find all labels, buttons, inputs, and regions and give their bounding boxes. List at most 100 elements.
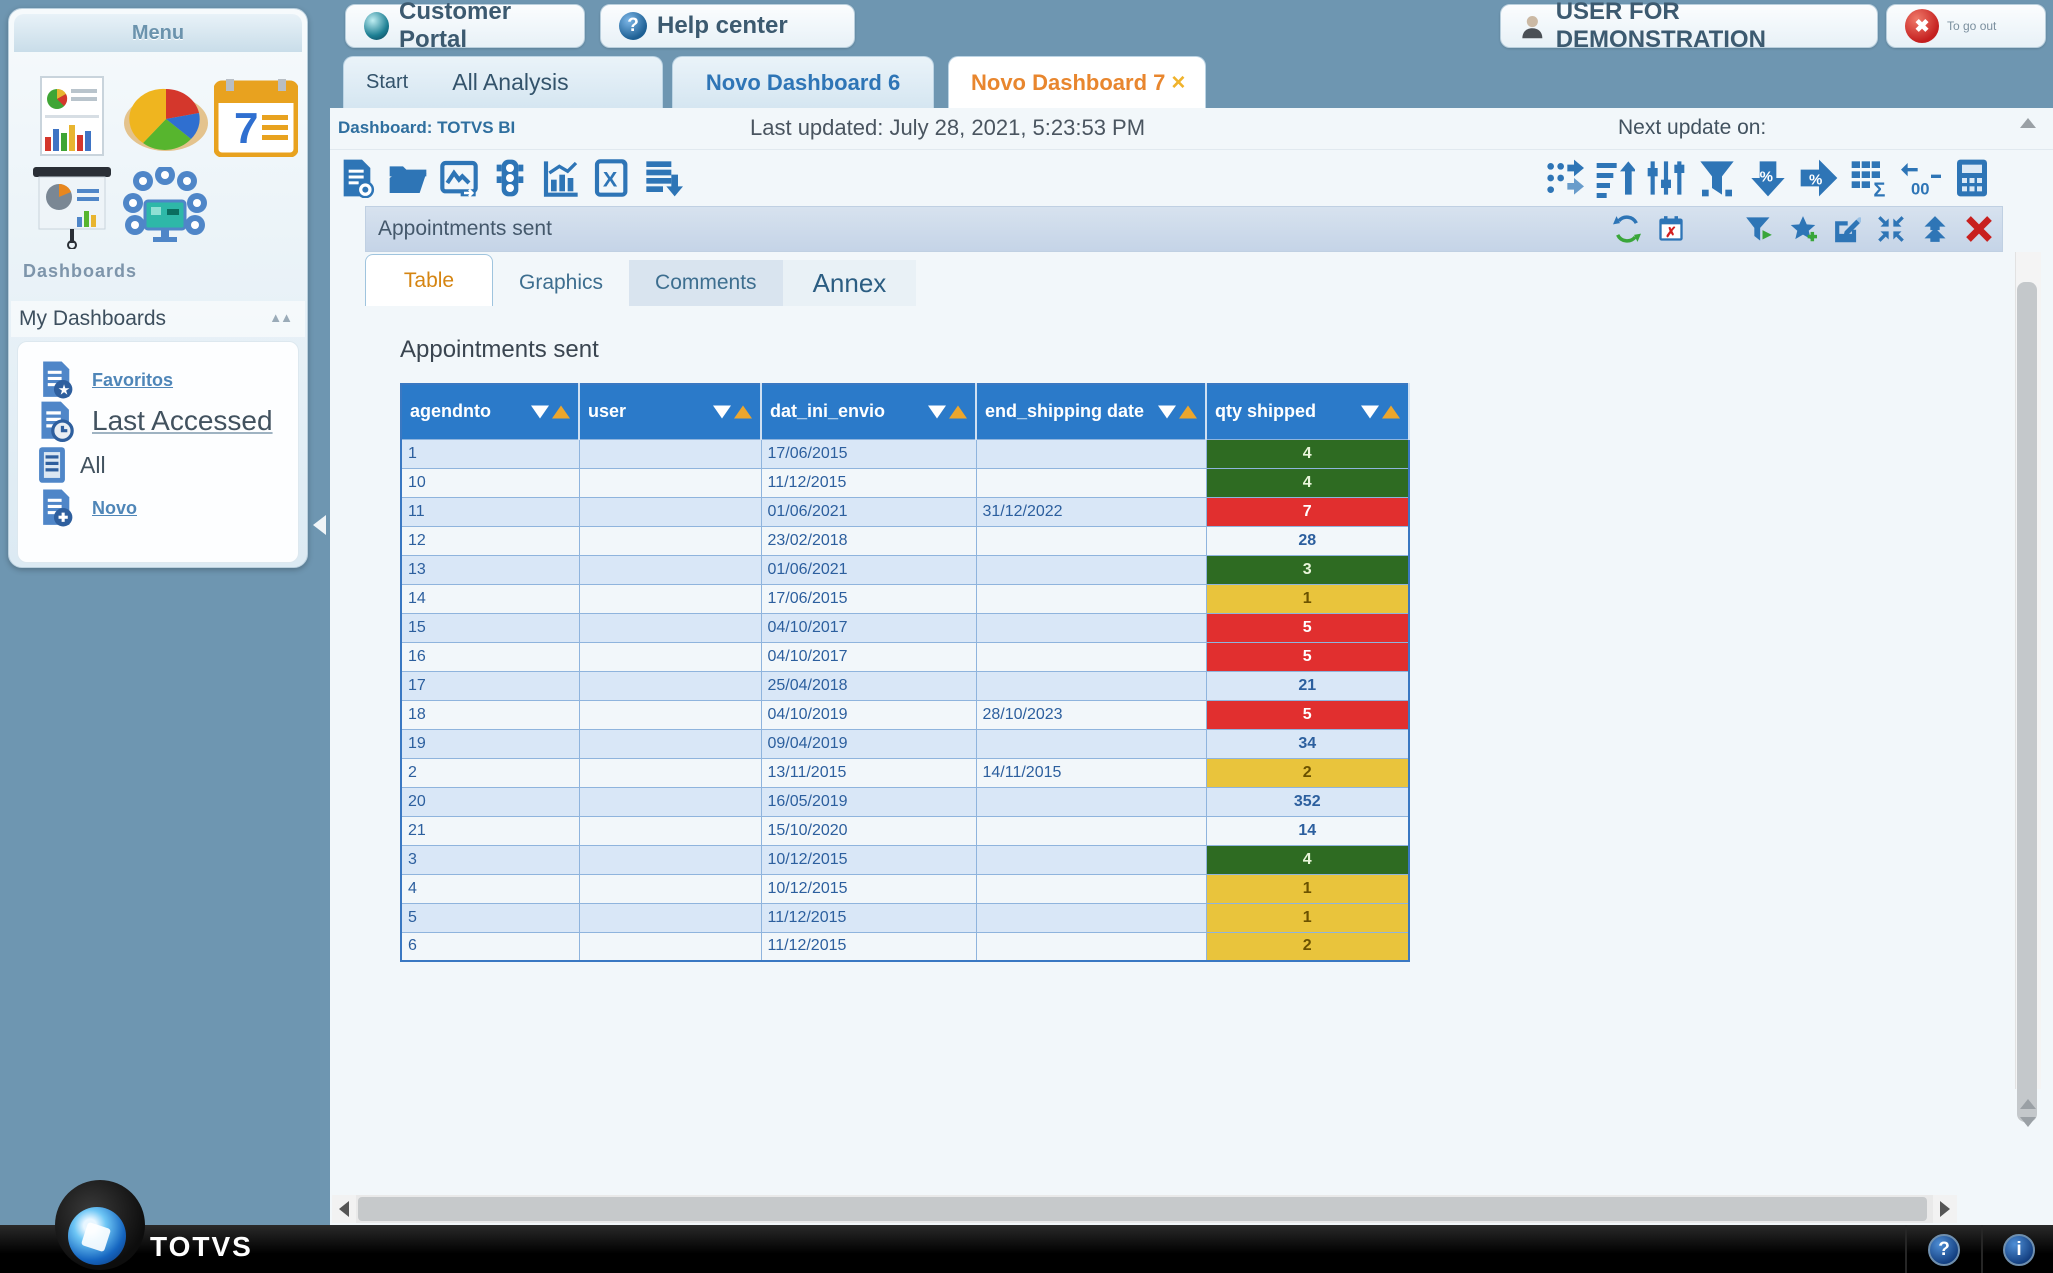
network-icon[interactable] xyxy=(121,167,209,247)
export-image-button[interactable] xyxy=(438,157,480,199)
move-up-button[interactable] xyxy=(1920,214,1950,244)
sort-desc-icon[interactable] xyxy=(531,405,549,418)
table-row[interactable]: 2016/05/2019352 xyxy=(401,787,1409,816)
my-dashboards-header[interactable]: My Dashboards ▲▲ xyxy=(11,301,305,337)
scroll-down-icon[interactable] xyxy=(2020,1117,2036,1127)
chart-button[interactable] xyxy=(540,157,582,199)
table-row[interactable]: 511/12/20151 xyxy=(401,903,1409,932)
open-folder-button[interactable] xyxy=(387,157,429,199)
help-footer-button[interactable]: ? xyxy=(1928,1234,1960,1266)
percent-down-button[interactable]: % xyxy=(1747,157,1789,199)
customer-portal-button[interactable]: Customer Portal xyxy=(345,4,585,48)
help-center-button[interactable]: ? Help center xyxy=(600,4,855,48)
cell-agendnto: 11 xyxy=(401,497,579,526)
table-row[interactable]: 611/12/20152 xyxy=(401,932,1409,961)
sort-asc-icon[interactable] xyxy=(1382,405,1400,418)
scroll-up2-icon[interactable] xyxy=(2020,1099,2036,1109)
refresh-button[interactable] xyxy=(1612,214,1642,244)
sort-desc-icon[interactable] xyxy=(1158,405,1176,418)
cell-dat_ini_envio: 25/04/2018 xyxy=(761,671,976,700)
close-panel-button[interactable] xyxy=(1964,214,1994,244)
scroll-left-button[interactable] xyxy=(332,1195,356,1223)
collapse-panel-button[interactable] xyxy=(1876,214,1906,244)
sort-desc-icon[interactable] xyxy=(713,405,731,418)
sort-asc-icon[interactable] xyxy=(949,405,967,418)
pie-chart-icon[interactable] xyxy=(121,83,211,155)
table-row[interactable]: 117/06/20154 xyxy=(401,439,1409,468)
traffic-light-button[interactable] xyxy=(489,157,531,199)
column-header-4[interactable]: qty shipped xyxy=(1206,384,1409,439)
table-row[interactable]: 213/11/201514/11/20152 xyxy=(401,758,1409,787)
table-row[interactable]: 1223/02/201828 xyxy=(401,526,1409,555)
table-row[interactable]: 410/12/20151 xyxy=(401,874,1409,903)
report-chart-icon[interactable] xyxy=(37,75,107,159)
tab-novo-dashboard-6[interactable]: Novo Dashboard 6 xyxy=(672,56,934,108)
sidebar-collapse-arrow[interactable] xyxy=(313,515,326,535)
scroll-right-button[interactable] xyxy=(1933,1195,1957,1223)
sliders-button[interactable] xyxy=(1645,157,1687,199)
presentation-board-icon[interactable] xyxy=(31,165,113,249)
table-row[interactable]: 1011/12/20154 xyxy=(401,468,1409,497)
percent-forward-button[interactable]: % xyxy=(1798,157,1840,199)
table-row[interactable]: 1909/04/201934 xyxy=(401,729,1409,758)
horizontal-scrollbar[interactable] xyxy=(332,1195,1957,1223)
calculator-button[interactable] xyxy=(1951,157,1993,199)
tab-comments[interactable]: Comments xyxy=(629,260,783,306)
excel-export-button[interactable]: X xyxy=(591,157,633,199)
tab-table[interactable]: Table xyxy=(365,254,493,306)
scroll-up-icon[interactable] xyxy=(2020,118,2036,128)
collapse-icon[interactable]: ▲▲ xyxy=(269,310,291,325)
table-row[interactable]: 1417/06/20151 xyxy=(401,584,1409,613)
tab-annex[interactable]: Annex xyxy=(783,260,917,306)
table-row[interactable]: 1804/10/201928/10/20235 xyxy=(401,700,1409,729)
favorite-add-button[interactable] xyxy=(1788,214,1818,244)
column-header-3[interactable]: end_shipping date xyxy=(976,384,1206,439)
cell-user xyxy=(579,787,761,816)
sidebar-item-last-accessed[interactable]: Last Accessed xyxy=(36,400,273,442)
sort-lines-button[interactable] xyxy=(1594,157,1636,199)
table-row[interactable]: 2115/10/202014 xyxy=(401,816,1409,845)
table-export-button[interactable] xyxy=(642,157,684,199)
sidebar-item-favoritos[interactable]: ★ Favoritos xyxy=(38,360,173,400)
sort-asc-icon[interactable] xyxy=(1179,405,1197,418)
tab-novo-dashboard-7[interactable]: Novo Dashboard 7 × xyxy=(948,56,1206,108)
sort-desc-icon[interactable] xyxy=(1361,405,1379,418)
info-footer-button[interactable]: i xyxy=(2003,1234,2035,1266)
sort-asc-icon[interactable] xyxy=(734,405,752,418)
filter-button[interactable] xyxy=(1744,214,1774,244)
table-row[interactable]: 1301/06/20213 xyxy=(401,555,1409,584)
sort-asc-icon[interactable] xyxy=(552,405,570,418)
totvs-bi-app: Menu 7 xyxy=(0,0,2053,1273)
table-row[interactable]: 1725/04/201821 xyxy=(401,671,1409,700)
column-header-2[interactable]: dat_ini_envio xyxy=(761,384,976,439)
grid-sum-button[interactable]: Σ xyxy=(1849,157,1891,199)
tab-graphics[interactable]: Graphics xyxy=(493,260,629,306)
edit-button[interactable] xyxy=(1832,214,1862,244)
scroll-thumb[interactable] xyxy=(2017,282,2037,1122)
column-header-0[interactable]: agendnto xyxy=(401,384,579,439)
cell-agendnto: 13 xyxy=(401,555,579,584)
calendar-7-icon[interactable]: 7 xyxy=(214,77,298,157)
svg-text:7: 7 xyxy=(234,104,258,153)
hscroll-thumb[interactable] xyxy=(358,1197,1927,1221)
menu-header[interactable]: Menu xyxy=(14,14,302,52)
user-button[interactable]: USER FOR DEMONSTRATION xyxy=(1500,4,1878,48)
tab-all-analysis[interactable]: All Analysis xyxy=(430,69,590,96)
new-analysis-button[interactable] xyxy=(336,157,378,199)
table-row[interactable]: 310/12/20154 xyxy=(401,845,1409,874)
decimal-swap-button[interactable]: 00 xyxy=(1900,157,1942,199)
sort-desc-icon[interactable] xyxy=(928,405,946,418)
flow-order-button[interactable] xyxy=(1543,157,1585,199)
table-row[interactable]: 1504/10/20175 xyxy=(401,613,1409,642)
calendar-remove-button[interactable]: ✗ xyxy=(1656,214,1686,244)
vertical-scrollbar[interactable] xyxy=(2015,112,2041,1129)
sidebar-item-novo[interactable]: Novo xyxy=(38,488,137,528)
tab-start[interactable]: Start xyxy=(344,71,430,94)
sidebar-item-all[interactable]: All xyxy=(32,444,106,486)
table-row[interactable]: 1604/10/20175 xyxy=(401,642,1409,671)
table-row[interactable]: 1101/06/202131/12/20227 xyxy=(401,497,1409,526)
tab-close-icon[interactable]: × xyxy=(1171,69,1185,97)
logout-button[interactable]: ✖ To go out xyxy=(1886,4,2046,48)
column-header-1[interactable]: user xyxy=(579,384,761,439)
funnel-data-button[interactable] xyxy=(1696,157,1738,199)
